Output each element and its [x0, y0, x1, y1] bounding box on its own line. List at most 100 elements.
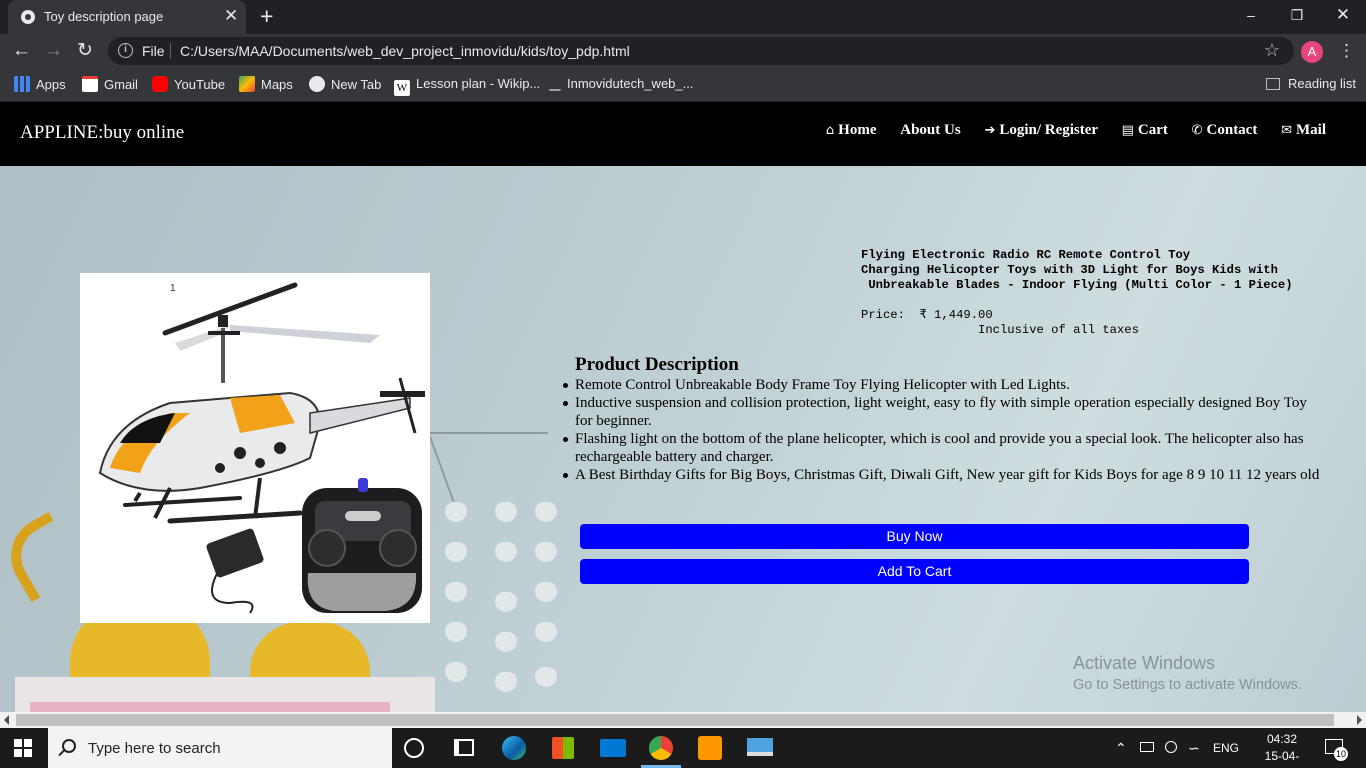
list-item: A Best Birthday Gifts for Big Boys, Chri… [563, 467, 1320, 483]
bookmark-gmail[interactable]: Gmail [82, 76, 138, 93]
scrollbar-thumb[interactable] [16, 714, 1334, 726]
close-window-button[interactable]: ✕ [1320, 0, 1366, 32]
nav-login-register[interactable]: ➔ Login/ Register [984, 122, 1097, 138]
buy-now-button[interactable]: Buy Now [580, 524, 1249, 549]
clock-date: 15-04-2021 [1264, 749, 1300, 768]
clock-time: 04:32 [1266, 732, 1298, 746]
language-indicator[interactable]: ENG [1213, 740, 1239, 756]
scroll-left-arrow-icon[interactable] [4, 715, 9, 725]
search-icon [62, 739, 76, 753]
site-navbar: APPLINE:buy online ⌂ Home About Us ➔ Login… [0, 102, 1366, 166]
apps-grid-icon [14, 76, 30, 92]
notification-center-icon[interactable]: 10 [1325, 739, 1348, 761]
taskbar-search[interactable]: Type here to search [48, 728, 392, 768]
address-bar[interactable]: i File C:/Users/MAA/Documents/web_dev_pr… [108, 37, 1294, 65]
heart-decoration [495, 592, 517, 612]
sublime-text-icon[interactable] [698, 736, 722, 760]
site-nav-links: ⌂ Home About Us ➔ Login/ Register ▤ Cart ✆ C… [806, 122, 1326, 139]
gmail-icon [82, 76, 98, 92]
windows-taskbar: Type here to search ⌃ ∽ ENG 04:32 15-04-… [0, 728, 1366, 768]
watermark-subtitle: Go to Settings to activate Windows. [1073, 677, 1302, 693]
kebab-menu-icon[interactable]: ⋮ [1338, 40, 1355, 62]
heart-decoration [445, 582, 467, 602]
browser-tab[interactable]: Toy description page ✕ [8, 0, 246, 34]
bookmark-lesson-plan[interactable]: W Lesson plan - Wikip... [394, 76, 540, 96]
bookmark-star-icon[interactable]: ☆ [1264, 40, 1280, 61]
tab-close-button[interactable]: ✕ [224, 6, 238, 26]
windows-start-button[interactable] [14, 739, 32, 757]
description-list: Remote Control Unbreakable Body Frame To… [563, 376, 1320, 484]
heart-decoration [445, 542, 467, 562]
bookmark-apps[interactable]: Apps [14, 76, 66, 93]
show-hidden-icons[interactable]: ⌃ [1115, 740, 1127, 756]
file-label: File [142, 43, 165, 59]
maps-icon [239, 76, 255, 92]
horizontal-scrollbar[interactable] [0, 712, 1366, 728]
new-tab-button[interactable]: + [260, 4, 273, 28]
phone-icon: ✆ [1191, 123, 1203, 138]
youtube-icon [152, 76, 168, 92]
heart-decoration [495, 502, 517, 522]
back-arrow-icon[interactable]: ← [12, 39, 31, 63]
reading-list-button[interactable]: Reading list [1266, 76, 1356, 92]
desktop-app-icon[interactable] [747, 738, 773, 756]
product-title: Flying Electronic Radio RC Remote Contro… [861, 248, 1293, 292]
bookmark-youtube[interactable]: YouTube [152, 76, 225, 93]
nav-about-us[interactable]: About Us [900, 122, 960, 138]
envelope-icon: ✉ [1281, 123, 1292, 138]
heart-decoration [445, 502, 467, 522]
wikipedia-icon: W [394, 80, 410, 96]
forward-arrow-icon[interactable]: → [44, 39, 63, 63]
browser-toolbar: ← → ↻ i File C:/Users/MAA/Documents/web_… [0, 34, 1366, 68]
network-status-icon[interactable] [1165, 741, 1177, 753]
page-viewport: APPLINE:buy online ⌂ Home About Us ➔ Login… [0, 102, 1366, 712]
bookmarks-bar: Apps Gmail YouTube Maps New Tab W Lesson … [0, 68, 1366, 102]
wifi-icon[interactable]: ∽ [1188, 740, 1200, 756]
minimize-button[interactable]: – [1228, 0, 1274, 32]
nav-cart[interactable]: ▤ Cart [1122, 122, 1168, 138]
bookmark-maps[interactable]: Maps [239, 76, 293, 93]
bookmark-inmovidutech[interactable]: Inmovidutech_web_... [549, 76, 693, 92]
globe-icon [21, 10, 35, 24]
bookmark-new-tab[interactable]: New Tab [309, 76, 381, 93]
heart-decoration [535, 622, 557, 642]
restore-button[interactable]: ❐ [1274, 0, 1320, 32]
scroll-right-arrow-icon[interactable] [1357, 715, 1362, 725]
battery-icon[interactable] [1140, 742, 1154, 752]
heart-decoration [495, 632, 517, 652]
task-view-icon[interactable] [454, 739, 474, 756]
nav-home[interactable]: ⌂ Home [826, 122, 877, 138]
heart-decoration [535, 667, 557, 687]
nav-contact[interactable]: ✆ Contact [1192, 122, 1258, 138]
system-clock[interactable]: 04:32 15-04-2021 [1252, 731, 1312, 768]
image-marker: 1 [170, 283, 176, 294]
background-decoration [30, 702, 390, 712]
site-brand[interactable]: APPLINE:buy online [20, 122, 184, 144]
heart-decoration [535, 542, 557, 562]
info-icon[interactable]: i [118, 43, 133, 58]
product-description: Product Description Remote Control Unbre… [563, 354, 1320, 484]
product-image: 1 [80, 273, 430, 623]
heart-decoration [495, 542, 517, 562]
heart-decoration [445, 622, 467, 642]
url-text[interactable]: C:/Users/MAA/Documents/web_dev_project_i… [180, 43, 630, 59]
cortana-icon[interactable] [404, 738, 424, 758]
chrome-icon[interactable] [649, 736, 673, 760]
tax-note: Inclusive of all taxes [861, 323, 1139, 337]
page-icon [549, 83, 561, 91]
notification-count: 10 [1334, 747, 1348, 761]
nav-mail[interactable]: ✉ Mail [1281, 122, 1326, 138]
mail-icon[interactable] [600, 739, 626, 757]
profile-avatar[interactable]: A [1301, 41, 1323, 63]
cart-icon: ▤ [1121, 123, 1134, 138]
add-to-cart-button[interactable]: Add To Cart [580, 559, 1249, 584]
watermark-title: Activate Windows [1073, 653, 1216, 673]
edge-icon[interactable] [502, 736, 526, 760]
heart-decoration [495, 672, 517, 692]
store-icon[interactable] [552, 737, 574, 759]
globe-icon [309, 76, 325, 92]
home-icon: ⌂ [825, 123, 835, 138]
heart-decoration [535, 582, 557, 602]
reload-icon[interactable]: ↻ [77, 39, 93, 63]
helicopter-toy-illustration: 1 [98, 282, 425, 614]
